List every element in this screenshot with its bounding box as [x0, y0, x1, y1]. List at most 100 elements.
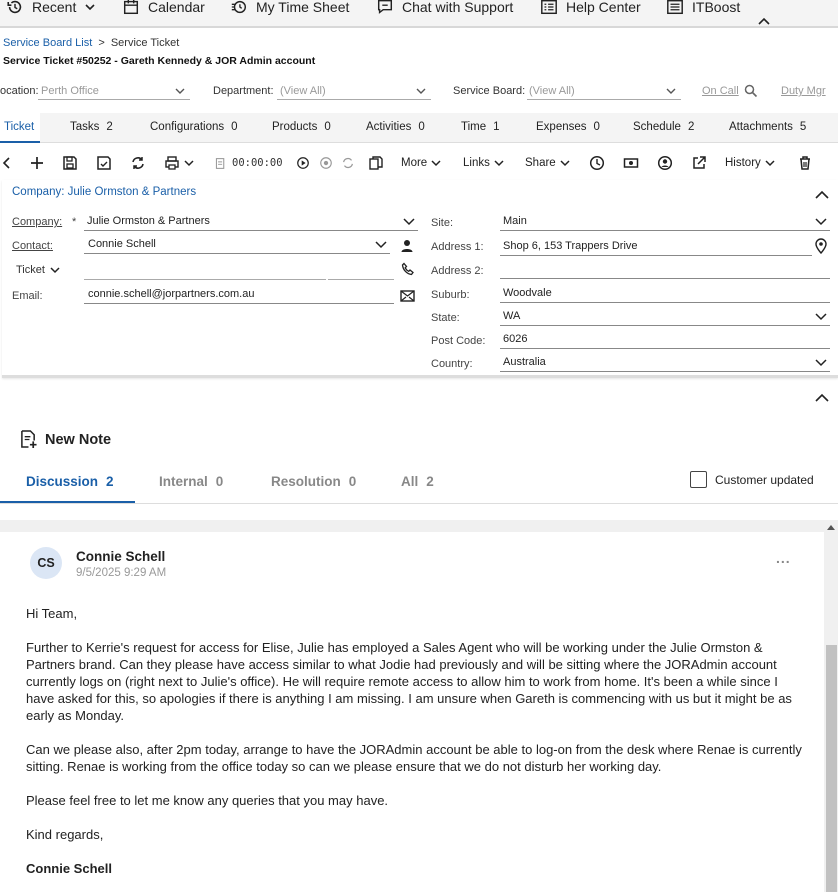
- tab-count: 1: [493, 121, 500, 133]
- tab-label: Ticket: [4, 121, 35, 133]
- expense-button[interactable]: [623, 148, 639, 178]
- phone-ext-field[interactable]: [328, 279, 394, 280]
- postcode-field[interactable]: 6026: [500, 332, 830, 349]
- copy-icon: [369, 156, 383, 170]
- open-external-button[interactable]: [691, 148, 707, 178]
- reset-icon: [343, 157, 353, 169]
- country-value: Australia: [503, 356, 546, 368]
- search-icon[interactable]: [744, 84, 758, 98]
- location-select[interactable]: Perth Office: [38, 80, 190, 100]
- tab-schedule[interactable]: Schedule 2: [633, 113, 694, 143]
- department-value: (View All): [280, 85, 326, 97]
- address1-field[interactable]: Shop 6, 153 Trappers Drive: [500, 239, 812, 256]
- save-and-close-button[interactable]: [96, 148, 112, 178]
- note-menu-button[interactable]: ...: [776, 551, 791, 565]
- email-value: connie.schell@jorpartners.com.au: [88, 288, 255, 300]
- user-circle-icon: [657, 155, 673, 171]
- country-field[interactable]: Australia: [500, 355, 830, 372]
- tab-count: 2: [687, 121, 695, 133]
- back-button[interactable]: [0, 148, 16, 178]
- note-signoff: Kind regards,: [26, 827, 104, 842]
- nav-calendar-label: Calendar: [148, 0, 205, 15]
- tab-expenses[interactable]: Expenses 0: [536, 113, 600, 143]
- tab-tasks[interactable]: Tasks 2: [70, 113, 113, 143]
- contact-field[interactable]: Connie Schell: [84, 237, 390, 254]
- tab-label: Time: [461, 121, 487, 133]
- tab-attachments[interactable]: Attachments 5: [729, 113, 806, 143]
- collapse-up-icon[interactable]: [814, 391, 830, 405]
- delete-button[interactable]: [797, 148, 813, 178]
- breadcrumb: Service Board List > Service Ticket: [3, 37, 179, 49]
- clock-button[interactable]: [589, 148, 605, 178]
- note-tab-discussion[interactable]: Discussion 2: [26, 474, 114, 489]
- timer-play-button[interactable]: [296, 148, 310, 178]
- money-icon: [623, 158, 639, 168]
- new-note-button[interactable]: New Note: [20, 430, 111, 449]
- tab-activities[interactable]: Activities 0: [366, 113, 425, 143]
- tab-count: 0: [593, 121, 600, 133]
- links-menu[interactable]: Links: [463, 148, 505, 178]
- duty-mgr-link[interactable]: Duty Mgr: [781, 85, 826, 97]
- chevron-down-icon: [184, 160, 194, 167]
- suburb-field[interactable]: Woodvale: [500, 286, 830, 303]
- address2-field[interactable]: [500, 262, 830, 279]
- postcode-label: Post Code:: [431, 335, 486, 347]
- chevron-down-icon: [494, 160, 504, 167]
- timer-reset-button[interactable]: [341, 148, 355, 178]
- copy-button[interactable]: [368, 148, 384, 178]
- nav-help-center[interactable]: Help Center: [540, 0, 641, 18]
- share-menu[interactable]: Share: [525, 148, 571, 178]
- service-board-select[interactable]: (View All): [527, 80, 681, 100]
- breadcrumb-link[interactable]: Service Board List: [3, 37, 92, 49]
- chevron-down-icon: [175, 88, 185, 94]
- address2-label: Address 2:: [431, 265, 484, 277]
- on-call-link[interactable]: On Call: [702, 85, 739, 97]
- phone-field[interactable]: [84, 279, 326, 280]
- nav-timesheet[interactable]: My Time Sheet: [230, 0, 349, 18]
- collapse-up-icon[interactable]: [814, 188, 830, 202]
- chevron-down-icon: [431, 160, 441, 167]
- tab-ticket[interactable]: Ticket: [0, 113, 41, 143]
- phone-icon[interactable]: [401, 262, 415, 276]
- divider: [0, 503, 838, 504]
- note-tab-all[interactable]: All 2: [401, 474, 434, 489]
- tab-time[interactable]: Time 1: [461, 113, 500, 143]
- customer-updated-label: Customer updated: [715, 472, 814, 487]
- customer-updated-checkbox[interactable]: Customer updated: [690, 471, 814, 488]
- save-button[interactable]: [62, 148, 78, 178]
- tab-label: Activities: [366, 121, 412, 133]
- tab-products[interactable]: Products 0: [272, 113, 331, 143]
- refresh-button[interactable]: [130, 148, 146, 178]
- nav-calendar[interactable]: Calendar: [122, 0, 205, 18]
- history-label: History: [725, 157, 761, 169]
- company-field[interactable]: Julie Ormston & Partners: [84, 214, 418, 231]
- add-button[interactable]: [29, 148, 45, 178]
- state-field[interactable]: WA: [500, 309, 830, 326]
- ticket-contact-type[interactable]: Ticket: [16, 264, 61, 276]
- scroll-up-icon[interactable]: [827, 524, 835, 530]
- company-label: Company:: [12, 216, 63, 228]
- contact-button[interactable]: [657, 148, 673, 178]
- note-tab-internal[interactable]: Internal 0: [159, 474, 223, 489]
- print-button[interactable]: [164, 148, 195, 178]
- department-select[interactable]: (View All): [277, 80, 431, 100]
- nav-recent[interactable]: Recent: [6, 0, 96, 18]
- site-field[interactable]: Main: [500, 214, 830, 231]
- scrollbar-thumb[interactable]: [826, 645, 837, 892]
- nav-itboost[interactable]: ITBoost: [666, 0, 740, 18]
- chevron-down-icon: [416, 88, 426, 94]
- collapse-up-icon[interactable]: [757, 15, 771, 27]
- tab-configurations[interactable]: Configurations 0: [150, 113, 238, 143]
- timer-record-button[interactable]: [319, 148, 333, 178]
- state-label: State:: [431, 312, 460, 324]
- nav-chat-support[interactable]: Chat with Support: [376, 0, 513, 18]
- tab-count: 2: [106, 121, 113, 133]
- mail-icon[interactable]: [400, 290, 415, 302]
- history-menu[interactable]: History: [725, 148, 776, 178]
- timer-control[interactable]: 00:00:00: [214, 148, 283, 178]
- person-icon[interactable]: [401, 239, 413, 252]
- more-menu[interactable]: More: [401, 148, 442, 178]
- note-tab-resolution[interactable]: Resolution 0: [271, 474, 356, 489]
- map-pin-icon[interactable]: [815, 238, 827, 254]
- email-field[interactable]: connie.schell@jorpartners.com.au: [84, 287, 394, 304]
